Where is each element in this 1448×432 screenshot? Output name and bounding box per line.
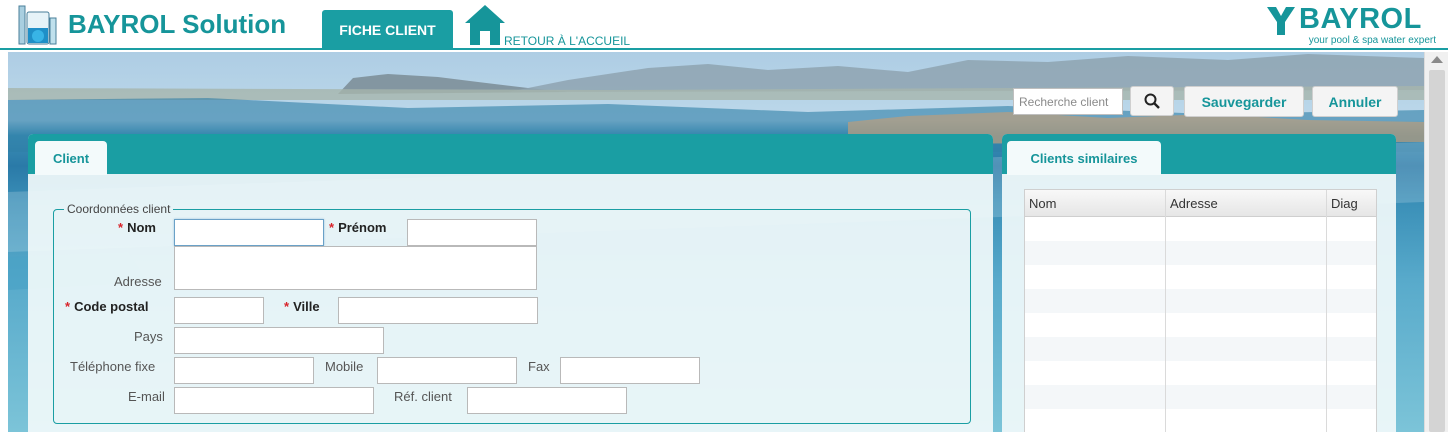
nom-label: * Nom [118, 220, 156, 235]
table-row [1025, 241, 1376, 265]
table-row [1025, 265, 1376, 289]
mobile-input[interactable] [377, 357, 517, 384]
prenom-input[interactable] [407, 219, 537, 246]
column-header-adresse[interactable]: Adresse [1166, 190, 1218, 217]
search-icon [1144, 93, 1160, 109]
save-button[interactable]: Sauvegarder [1184, 86, 1304, 117]
app-logo-icon [16, 4, 60, 48]
bayrol-y-icon [1267, 7, 1295, 35]
client-panel: Client Coordonnées client * Nom * Prénom A… [28, 134, 993, 432]
brand-tagline: your pool & spa water expert [1308, 35, 1436, 46]
scroll-up-arrow-icon[interactable] [1431, 56, 1443, 63]
table-row [1025, 217, 1376, 241]
similar-clients-panel: Clients similaires Nom Adresse Diag [1002, 134, 1396, 432]
adresse-input[interactable] [174, 246, 537, 290]
prenom-label: * Prénom [329, 220, 387, 235]
nom-input[interactable] [174, 219, 324, 246]
table-row [1025, 337, 1376, 361]
table-row [1025, 361, 1376, 385]
brand-name: BAYROL [1299, 3, 1422, 35]
tab-clients-similaires[interactable]: Clients similaires [1007, 141, 1161, 175]
home-icon [465, 5, 505, 45]
table-row [1025, 289, 1376, 313]
fax-input[interactable] [560, 357, 700, 384]
home-label: RETOUR À L'ACCUEIL [504, 34, 631, 48]
page-scrollbar[interactable] [1424, 52, 1448, 432]
cancel-button[interactable]: Annuler [1312, 86, 1398, 117]
code-postal-input[interactable] [174, 297, 264, 324]
column-header-nom[interactable]: Nom [1025, 190, 1056, 217]
brand-logo: BAYROL your pool & spa water expert [1258, 2, 1438, 48]
table-row [1025, 385, 1376, 409]
email-input[interactable] [174, 387, 374, 414]
table-row [1025, 313, 1376, 337]
table-header: Nom Adresse Diag [1025, 190, 1376, 217]
adresse-label: Adresse [114, 274, 162, 289]
telephone-fixe-input[interactable] [174, 357, 314, 384]
app-title: BAYROL Solution [68, 9, 287, 39]
telephone-fixe-label: Téléphone fixe [70, 359, 156, 374]
similar-clients-table: Nom Adresse Diag [1024, 189, 1377, 432]
search-button[interactable] [1130, 86, 1174, 116]
email-label: E-mail [128, 389, 165, 404]
app-header: BAYROL Solution FICHE CLIENT RETOUR À L'… [0, 0, 1448, 50]
column-header-diag[interactable]: Diag [1327, 190, 1358, 217]
column-divider [1165, 190, 1166, 432]
tab-client[interactable]: Client [35, 141, 107, 175]
ref-client-input[interactable] [467, 387, 627, 414]
ref-client-label: Réf. client [394, 389, 452, 404]
tab-fiche-client[interactable]: FICHE CLIENT [322, 10, 453, 50]
column-divider [1326, 190, 1327, 432]
ville-input[interactable] [338, 297, 538, 324]
mobile-label: Mobile [325, 359, 364, 374]
table-row [1025, 409, 1376, 432]
fax-label: Fax [528, 359, 550, 374]
search-client-input[interactable] [1013, 88, 1123, 115]
similar-panel-header: Clients similaires [1002, 134, 1396, 175]
home-link[interactable]: RETOUR À L'ACCUEIL [463, 3, 633, 48]
code-postal-label: * Code postal [65, 299, 149, 314]
ville-label: * Ville [284, 299, 320, 314]
client-panel-header: Client [28, 134, 993, 175]
pays-label: Pays [134, 329, 163, 344]
fieldset-legend: Coordonnées client [67, 202, 171, 216]
pays-input[interactable] [174, 327, 384, 354]
scroll-thumb[interactable] [1429, 70, 1445, 432]
